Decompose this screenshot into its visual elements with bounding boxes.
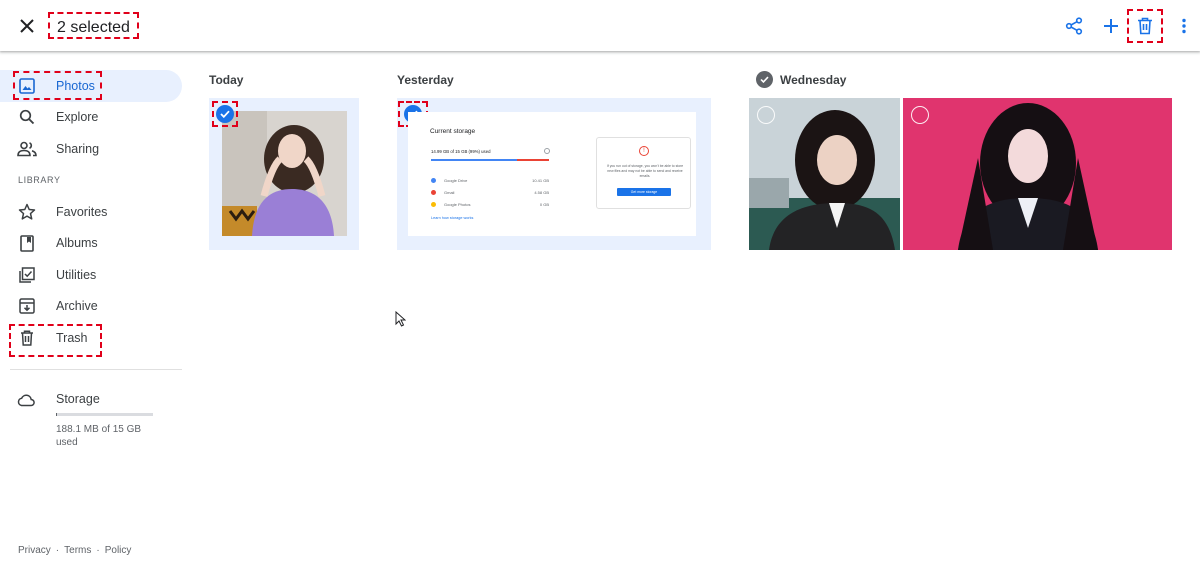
section-title-yesterday: Yesterday xyxy=(397,73,454,87)
sidebar-item-favorites[interactable]: Favorites xyxy=(0,196,182,228)
storage-progress-fill xyxy=(56,413,58,416)
screenshot-card-button: Get more storage xyxy=(617,188,671,196)
trash-icon xyxy=(17,328,37,348)
warning-icon: ! xyxy=(639,146,649,156)
selection-toolbar: 2 selected xyxy=(0,0,1200,51)
more-options-button[interactable] xyxy=(1170,12,1198,40)
section-title-today: Today xyxy=(209,73,244,87)
star-icon xyxy=(17,202,37,222)
selected-count: 2 selected xyxy=(48,12,139,39)
photo-tile-wednesday-1[interactable] xyxy=(749,98,900,250)
trash-icon xyxy=(1138,17,1152,35)
cloud-icon xyxy=(17,393,37,413)
more-vert-icon xyxy=(1182,18,1186,34)
screenshot-used-text: 14.99 GB of 15 GB (99%) used xyxy=(431,149,491,154)
sidebar-item-explore[interactable]: Explore xyxy=(0,101,182,133)
storage-label: Storage xyxy=(56,392,100,406)
sidebar-item-utilities[interactable]: Utilities xyxy=(0,259,182,291)
footer-links: Privacy · Terms · Policy xyxy=(18,545,131,556)
footer-separator: · xyxy=(55,545,60,556)
terms-link[interactable]: Terms xyxy=(64,545,91,556)
screenshot-card-message: If you run out of storage, you won't be … xyxy=(606,164,684,178)
mouse-cursor-icon xyxy=(395,311,406,327)
share-button[interactable] xyxy=(1060,12,1088,40)
sidebar-item-trash[interactable]: Trash xyxy=(0,322,182,354)
photo-thumbnail xyxy=(903,98,1172,250)
screenshot-title: Current storage xyxy=(430,128,476,135)
sidebar-item-label: Favorites xyxy=(56,205,108,219)
sidebar-item-albums[interactable]: Albums xyxy=(0,227,182,259)
sidebar-item-label: Sharing xyxy=(56,142,100,156)
photo-tile-wednesday-2[interactable] xyxy=(903,98,1172,250)
photo-tile-today[interactable] xyxy=(209,98,359,250)
policy-link[interactable]: Policy xyxy=(105,545,132,556)
footer-separator: · xyxy=(96,545,100,556)
photo-thumbnail xyxy=(222,111,347,236)
unselected-checkbox[interactable] xyxy=(911,106,929,124)
sidebar-item-label: Albums xyxy=(56,236,98,250)
photo-thumbnail-storage-screenshot: Current storage 14.99 GB of 15 GB (99%) … xyxy=(408,112,696,236)
add-to-button[interactable] xyxy=(1097,12,1125,40)
share-icon xyxy=(1065,17,1083,35)
people-icon xyxy=(17,139,37,159)
storage-section[interactable]: Storage 188.1 MB of 15 GB used xyxy=(0,383,182,453)
screenshot-row: Google Drive 10.41 GB xyxy=(431,176,549,186)
sidebar-item-sharing[interactable]: Sharing xyxy=(0,133,182,165)
sidebar-item-label: Archive xyxy=(56,299,98,313)
sidebar-item-label: Explore xyxy=(56,110,99,124)
delete-button[interactable] xyxy=(1127,9,1163,43)
sidebar-item-photos[interactable]: Photos xyxy=(0,70,182,102)
add-icon xyxy=(1104,19,1118,33)
utilities-icon xyxy=(17,265,37,285)
privacy-link[interactable]: Privacy xyxy=(18,545,51,556)
screenshot-row: Gmail 4.58 GB xyxy=(431,188,549,198)
screenshot-storage-bar xyxy=(431,159,549,161)
sidebar-item-archive[interactable]: Archive xyxy=(0,290,182,322)
storage-used-text: 188.1 MB of 15 GB used xyxy=(56,424,142,448)
sidebar: Photos Explore Sharing LIBRARY Favorites… xyxy=(0,51,190,569)
archive-icon xyxy=(17,296,37,316)
unselected-checkbox[interactable] xyxy=(757,106,775,124)
library-heading: LIBRARY xyxy=(18,175,61,185)
selected-checkmark[interactable] xyxy=(216,105,234,123)
album-icon xyxy=(17,233,37,253)
section-title-wednesday: Wednesday xyxy=(780,73,847,87)
sidebar-divider xyxy=(10,369,182,370)
screenshot-row: Google Photos 0 GB xyxy=(431,200,549,210)
close-icon xyxy=(20,19,34,33)
screenshot-link: Learn how storage works xyxy=(431,216,474,220)
screenshot-warning-card: ! If you run out of storage, you won't b… xyxy=(596,137,691,209)
sidebar-item-label: Trash xyxy=(56,331,88,345)
sidebar-item-label: Utilities xyxy=(56,268,97,282)
sidebar-item-label: Photos xyxy=(56,79,95,93)
check-icon xyxy=(220,110,230,118)
info-icon xyxy=(544,148,550,154)
search-icon xyxy=(17,107,37,127)
close-selection-button[interactable] xyxy=(14,13,40,39)
storage-progress-bar xyxy=(56,413,153,416)
photo-icon xyxy=(17,76,37,96)
check-icon xyxy=(760,76,769,83)
select-day-wednesday-checkbox[interactable] xyxy=(756,71,773,88)
